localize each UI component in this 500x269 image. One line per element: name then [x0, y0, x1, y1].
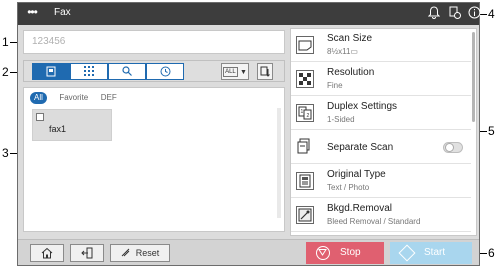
- stop-icon: [316, 246, 330, 260]
- sort-button[interactable]: [257, 63, 273, 80]
- tab-def[interactable]: DEF: [101, 92, 117, 104]
- setting-title: Resolution: [327, 67, 375, 78]
- setting-title: Separate Scan: [327, 142, 394, 153]
- setting-separate-scan[interactable]: Separate Scan: [291, 131, 471, 164]
- search-tab[interactable]: [108, 63, 146, 80]
- sort-icon: [260, 66, 270, 77]
- reset-button[interactable]: Reset: [110, 244, 170, 262]
- address-book-icon: [46, 66, 56, 77]
- setting-value: Text / Photo: [327, 183, 370, 192]
- address-list-panel: All Favorite DEF fax1: [23, 87, 285, 232]
- chevron-down-icon: ▼: [239, 69, 247, 76]
- setting-title: Duplex Settings: [327, 101, 398, 112]
- logout-button[interactable]: [70, 244, 104, 262]
- setting-title: Bkgd.Removal: [327, 203, 393, 214]
- reset-label: Reset: [135, 248, 160, 258]
- separate-scan-icon: [296, 138, 314, 156]
- settings-scrollbar[interactable]: [472, 32, 475, 122]
- start-icon: [398, 244, 416, 262]
- setting-value: 1-Sided: [327, 115, 355, 124]
- history-icon: [160, 66, 170, 77]
- title-bar: ••• Fax: [18, 3, 480, 25]
- job-status-icon[interactable]: [445, 6, 463, 22]
- callout-2: 2: [2, 65, 9, 79]
- filter-label: ALL: [223, 66, 238, 77]
- bottom-bar: Reset Stop Start: [18, 239, 479, 265]
- setting-background-removal[interactable]: Bkgd.Removal Bleed Removal / Standard: [291, 199, 471, 232]
- entry-name: fax1: [49, 124, 67, 134]
- setting-title: Original Type: [327, 169, 386, 180]
- scan-size-icon: [296, 36, 314, 54]
- start-button[interactable]: Start: [390, 242, 472, 264]
- fax-screen: 1 2 3 4 5 6 ••• Fax 123456 ALL ▼ All Fav…: [0, 0, 500, 269]
- setting-value: 8½x11▭: [327, 47, 358, 56]
- svg-text:2: 2: [307, 113, 310, 119]
- keypad-tab[interactable]: [70, 63, 108, 80]
- callout-3: 3: [2, 146, 9, 160]
- tab-favorite[interactable]: Favorite: [59, 92, 88, 104]
- history-tab[interactable]: [146, 63, 184, 80]
- setting-value: Bleed Removal / Standard: [327, 217, 421, 226]
- setting-duplex[interactable]: 12 Duplex Settings 1-Sided: [291, 97, 471, 130]
- callout-6-leader: [479, 253, 487, 254]
- setting-value: Fine: [327, 81, 343, 90]
- entry-checkbox[interactable]: [36, 113, 44, 121]
- stop-label: Stop: [340, 247, 361, 258]
- search-icon: [122, 66, 132, 76]
- info-icon[interactable]: [465, 6, 483, 22]
- settings-panel: Scan Size 8½x11▭ Resolution Fine 12 Dupl…: [290, 28, 477, 236]
- reset-icon: [121, 248, 130, 257]
- callout-1: 1: [2, 35, 9, 49]
- duplex-icon: 12: [296, 104, 314, 122]
- callout-6: 6: [488, 246, 495, 260]
- toggle-knob: [445, 143, 454, 152]
- separate-scan-toggle[interactable]: [443, 142, 463, 153]
- setting-title: Scan Size: [327, 33, 373, 44]
- original-type-icon: [296, 172, 314, 190]
- destination-input[interactable]: 123456: [23, 30, 285, 54]
- menu-icon[interactable]: •••: [22, 5, 42, 23]
- home-icon: [41, 247, 53, 259]
- tab-all[interactable]: All: [30, 92, 47, 104]
- destination-area: 123456 ALL ▼ All Favorite DEF fax1: [23, 28, 287, 236]
- home-button[interactable]: [30, 244, 64, 262]
- callout-4: 4: [488, 7, 495, 21]
- address-book-tab[interactable]: [32, 63, 70, 80]
- svg-text:1: 1: [301, 109, 304, 115]
- setting-original-type[interactable]: Original Type Text / Photo: [291, 165, 471, 198]
- bell-icon[interactable]: [425, 6, 443, 22]
- resolution-icon: [296, 70, 314, 88]
- setting-scan-size[interactable]: Scan Size 8½x11▭: [291, 29, 471, 62]
- background-removal-icon: [296, 206, 314, 224]
- callout-5: 5: [488, 124, 495, 138]
- address-scrollbar[interactable]: [277, 108, 281, 218]
- keypad-icon: [84, 66, 94, 76]
- page-title: Fax: [54, 7, 71, 18]
- logout-icon: [81, 247, 93, 259]
- filter-dropdown[interactable]: ALL ▼: [221, 63, 249, 80]
- setting-resolution[interactable]: Resolution Fine: [291, 63, 471, 96]
- stop-button[interactable]: Stop: [306, 242, 384, 264]
- address-tabs: All Favorite DEF: [30, 92, 125, 104]
- address-entry[interactable]: fax1: [32, 109, 112, 141]
- start-label: Start: [424, 247, 446, 258]
- destination-toolbar: ALL ▼: [23, 60, 285, 82]
